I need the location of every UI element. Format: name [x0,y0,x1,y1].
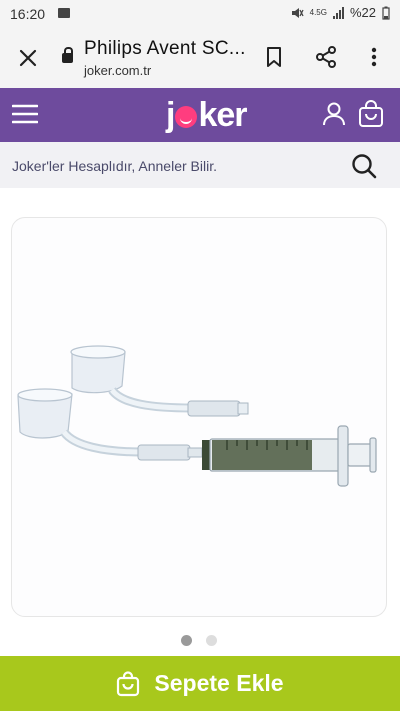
carousel-dot[interactable] [206,635,217,646]
bookmark-icon[interactable] [261,44,287,70]
cart-icon[interactable] [358,100,384,128]
battery-icon [382,6,390,20]
search-bar[interactable]: Joker'ler Hesaplıdır, Anneler Bilir. [0,142,400,188]
user-icon[interactable] [322,101,346,127]
share-icon[interactable] [313,44,339,70]
menu-icon[interactable] [12,102,38,126]
browser-toolbar: Philips Avent SC... joker.com.tr [0,28,400,88]
signal-icon [332,6,344,19]
network-type: 4.5G [309,8,327,17]
add-to-cart-label: Sepete Ekle [154,670,284,696]
product-image [17,345,377,487]
shopping-bag-icon [117,670,140,696]
logo-text-start: j [166,96,176,134]
site-logo[interactable]: j ker [166,96,248,135]
product-image-card[interactable] [11,217,387,617]
close-icon[interactable] [14,44,42,72]
page-title: Philips Avent SC... [84,38,246,59]
search-icon[interactable] [350,152,378,180]
logo-smile-icon [175,106,198,128]
page-domain[interactable]: joker.com.tr [84,63,151,78]
mute-icon [291,7,304,18]
status-time: 16:20 [10,6,46,22]
status-right: 4.5G %22 [290,5,390,20]
search-input[interactable]: Joker'ler Hesaplıdır, Anneler Bilir. [12,158,217,174]
more-vert-icon[interactable] [361,44,387,70]
site-header: j ker [0,88,400,142]
carousel-dot-active[interactable] [181,635,192,646]
image-carousel-dots [181,635,217,646]
status-bar: 16:20 4.5G %22 [0,0,400,28]
logo-text-end: ker [198,96,247,134]
lock-icon [62,47,73,63]
battery-text: %22 [349,5,376,20]
add-to-cart-button[interactable]: Sepete Ekle [0,656,400,711]
notification-folder-icon [58,8,70,18]
